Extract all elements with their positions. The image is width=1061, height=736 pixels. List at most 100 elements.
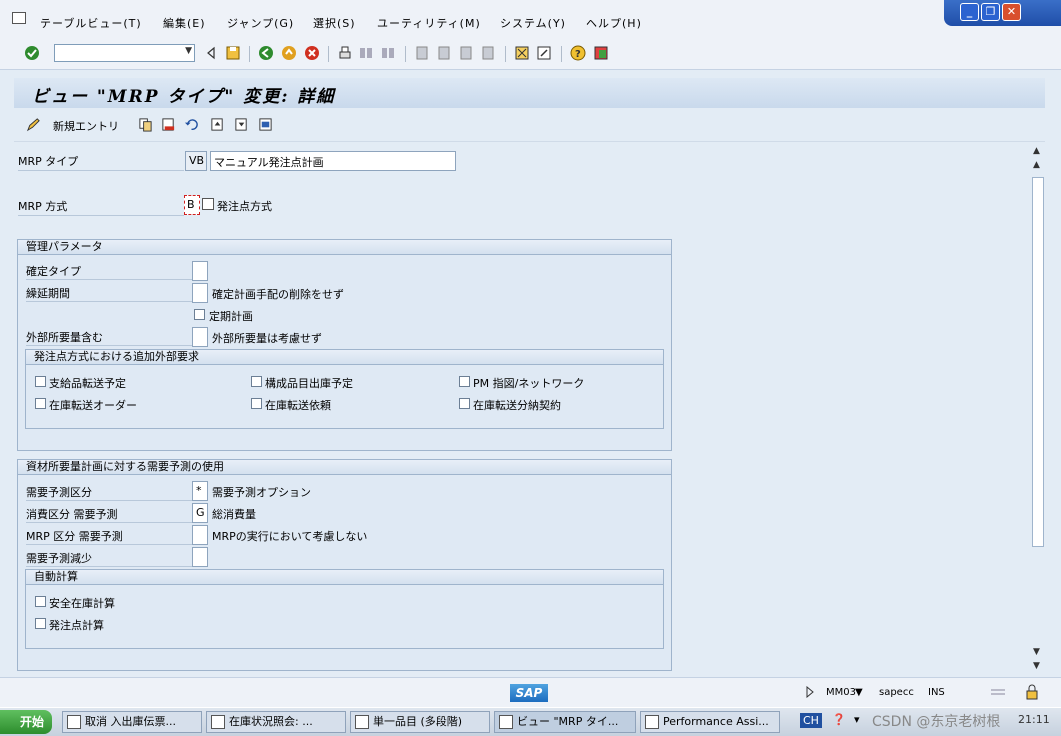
taskbar-item-label: 取消 入出庫伝票... (85, 715, 176, 728)
window-icon (499, 715, 513, 729)
chevron-down-icon[interactable]: ▼ (855, 687, 863, 698)
scroll-up-icon[interactable]: ▲ (1033, 160, 1040, 170)
mrp-forecast-field[interactable] (192, 525, 208, 545)
system-menu-icon[interactable] (12, 12, 26, 24)
create-session-icon[interactable] (514, 45, 530, 61)
play-icon[interactable] (805, 686, 815, 698)
checkbox-subcontract-reservation[interactable] (35, 376, 46, 387)
taskbar-item[interactable]: 単一品目 (多段階) (350, 711, 490, 733)
mrp-type-description-field[interactable]: マニュアル発注点計画 (210, 151, 456, 171)
back-icon[interactable] (258, 45, 274, 61)
periodic-planning-checkbox[interactable] (194, 309, 205, 320)
help-icon[interactable]: ? (570, 45, 586, 61)
checkbox-safety-stock[interactable] (35, 596, 46, 607)
chevron-down-icon[interactable]: ▼ (185, 46, 192, 56)
subgroup-title: 発注点方式における追加外部要求 (26, 350, 663, 365)
menu-utilities[interactable]: ユーティリティ(M) (377, 15, 481, 31)
external-requirements-field[interactable] (192, 327, 208, 347)
checkbox-reorder-point[interactable] (35, 618, 46, 629)
taskbar-item-label: Performance Assi... (663, 715, 769, 728)
taskbar-item[interactable]: Performance Assi... (640, 711, 780, 733)
label-subcontract-reservation: 支給品転送予定 (49, 377, 126, 390)
system-name: sapecc (879, 687, 914, 698)
group-title: 管理パラメータ (18, 240, 671, 255)
minimize-icon[interactable]: _ (960, 3, 979, 21)
next-entry-icon[interactable] (234, 117, 249, 132)
new-entries-button[interactable]: 新規エントリ (53, 118, 119, 134)
next-page-icon (460, 46, 472, 60)
layout-menu-icon[interactable] (593, 45, 609, 61)
page-title: ビュー "MRP タイプ" 変更: 詳細 (32, 87, 336, 107)
command-field[interactable]: ▼ (54, 44, 195, 62)
roll-forward-field[interactable] (192, 283, 208, 303)
help-icon[interactable]: ❓ (832, 713, 846, 726)
enter-check-icon[interactable] (24, 45, 40, 61)
forecast-indicator-field[interactable]: * (192, 481, 208, 501)
menu-table-view[interactable]: テーブルビュー(T) (40, 15, 142, 31)
menu-help[interactable]: ヘルプ(H) (586, 15, 642, 31)
scrollbar-thumb[interactable] (1032, 177, 1044, 547)
firm-type-label: 確定タイプ (26, 263, 192, 280)
find-icon (360, 48, 372, 58)
close-icon[interactable]: ✕ (1002, 3, 1021, 21)
auto-calculation-group: 自動計算 (25, 569, 664, 649)
save-icon[interactable] (225, 45, 241, 61)
taskbar-item[interactable]: 取消 入出庫伝票... (62, 711, 202, 733)
search-help-icon[interactable] (202, 198, 214, 210)
menu-system[interactable]: システム(Y) (500, 15, 566, 31)
watermark-text: CSDN @东京老树根 (872, 714, 1001, 730)
select-all-icon[interactable] (258, 117, 273, 132)
start-button[interactable]: 开始 (0, 710, 52, 734)
window-controls: _ ❐ ✕ (944, 0, 1061, 26)
delete-icon[interactable] (161, 117, 176, 132)
forecast-reduce-field[interactable] (192, 547, 208, 567)
window-icon (211, 715, 225, 729)
mrp-type-label: MRP タイプ (18, 153, 184, 171)
scroll-up-icon[interactable]: ▲ (1033, 146, 1040, 156)
consumption-indicator-label: 消費区分 需要予測 (26, 506, 192, 523)
taskbar-item-label: ビュー "MRP タイ... (517, 715, 619, 728)
status-bar: SAP MM03 ▼ sapecc INS (0, 677, 1061, 707)
mrp-procedure-field[interactable]: B (184, 195, 200, 215)
vertical-scrollbar[interactable]: ▲ ▲ ▼ ▼ (1030, 142, 1046, 677)
previous-page-icon (438, 46, 450, 60)
checkbox-component-reservation[interactable] (251, 376, 262, 387)
exit-icon[interactable] (281, 45, 297, 61)
taskbar-item-label: 単一品目 (多段階) (373, 715, 463, 728)
sap-logo: SAP (510, 684, 548, 702)
forecast-reduce-label: 需要予測減少 (26, 550, 192, 567)
taskbar-item-active[interactable]: ビュー "MRP タイ... (494, 711, 636, 733)
taskbar-item[interactable]: 在庫状況照会: ... (206, 711, 346, 733)
lock-icon[interactable] (1025, 684, 1039, 700)
menu-edit[interactable]: 編集(E) (163, 15, 206, 31)
previous-entry-icon[interactable] (210, 117, 225, 132)
copy-as-icon[interactable] (138, 117, 153, 132)
firm-type-field[interactable] (192, 261, 208, 281)
pencil-icon[interactable] (26, 117, 41, 132)
scroll-down-icon[interactable]: ▼ (1033, 647, 1040, 657)
last-page-icon (482, 46, 494, 60)
checkbox-stock-transport-requisition[interactable] (251, 398, 262, 409)
cancel-icon[interactable] (304, 45, 320, 61)
language-indicator[interactable]: CH (800, 713, 822, 728)
checkbox-stock-transport-schedule[interactable] (459, 398, 470, 409)
roll-forward-description: 確定計画手配の削除をせず (212, 288, 344, 301)
checkbox-stock-transport-order[interactable] (35, 398, 46, 409)
scroll-down-icon[interactable]: ▼ (1033, 661, 1040, 671)
restore-icon[interactable]: ❐ (981, 3, 1000, 21)
checkbox-pm-order-network[interactable] (459, 376, 470, 387)
window-icon (645, 715, 659, 729)
clock: 21:11 (1018, 713, 1050, 726)
screen-title-bar: ビュー "MRP タイプ" 変更: 詳細 (14, 78, 1045, 108)
print-icon[interactable] (337, 45, 353, 61)
chevron-down-icon[interactable]: ▾ (854, 713, 860, 726)
consumption-indicator-field[interactable]: G (192, 503, 208, 523)
undo-icon[interactable] (184, 117, 199, 132)
shortcut-icon[interactable] (536, 45, 552, 61)
roll-forward-label: 繰延期間 (26, 285, 192, 302)
collapse-arrow-icon[interactable] (203, 45, 219, 61)
label-stock-transport-order: 在庫転送オーダー (49, 399, 137, 412)
forecast-indicator-label: 需要予測区分 (26, 484, 192, 501)
menu-selection[interactable]: 選択(S) (313, 15, 356, 31)
menu-goto[interactable]: ジャンプ(G) (227, 15, 294, 31)
